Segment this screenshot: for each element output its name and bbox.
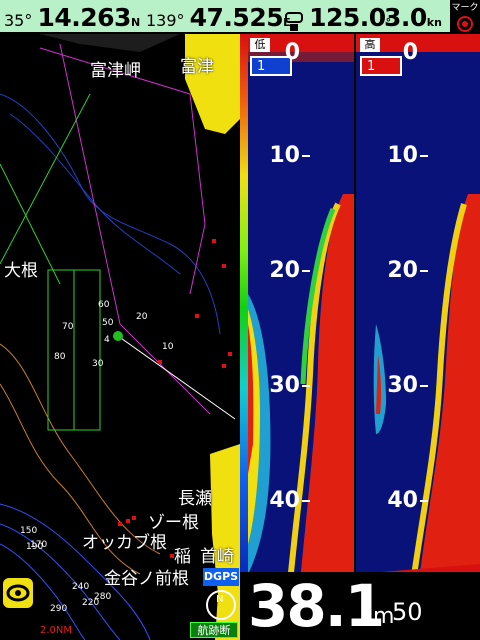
longitude-readout: 139° 47.525E — [146, 0, 291, 34]
chart-plotter-map[interactable]: 富津岬 富津 大根 ゾー根 長瀬 オッカブ根 稲 首崎 金谷ノ前根 60 70 … — [0, 34, 240, 640]
latitude-minutes: 14.263 — [37, 3, 131, 32]
depth-label: 20 — [136, 312, 148, 322]
mark-button[interactable]: マーク — [450, 0, 480, 34]
depth-label: 30 — [92, 359, 104, 369]
current-depth: 38.1 — [248, 572, 385, 640]
boundary-line — [39, 47, 206, 295]
own-ship-marker — [113, 331, 123, 341]
depth-tick — [420, 385, 428, 387]
speed-value: 3.0 — [384, 3, 427, 32]
waypoint-mark — [158, 360, 162, 364]
depth-scale-label: 20 — [387, 258, 418, 283]
heading-icon — [285, 11, 303, 31]
depth-scale-label: 30 — [269, 373, 300, 398]
speed-readout: 3.0kn — [384, 0, 442, 34]
place-label: 富津岬 — [90, 61, 141, 81]
sonar-high-echo — [356, 34, 480, 604]
map-scale: 2.0NM — [40, 625, 73, 636]
depth-scale-label: 0 — [402, 40, 418, 65]
depth-scale-label: 30 — [387, 373, 418, 398]
longitude-minutes: 47.525 — [189, 3, 284, 32]
depth-label: 10 — [162, 342, 174, 352]
place-label: 富津 — [180, 57, 214, 77]
depth-label: 4 — [104, 335, 110, 345]
depth-label: 60 — [98, 300, 110, 310]
depth-tick — [302, 385, 310, 387]
coastline-contour — [9, 113, 181, 275]
coastline-contour — [0, 93, 221, 335]
waypoint-mark — [212, 239, 216, 243]
mark-target-icon — [457, 16, 473, 32]
depth-range: 50 — [392, 598, 423, 626]
echo-color-scale — [240, 34, 248, 604]
depth-label: 150 — [20, 526, 38, 536]
depth-tick — [420, 500, 428, 502]
status-bar: 35° 14.263N 139° 47.525E 125.0° 3.0kn マー… — [0, 0, 480, 34]
north-compass-icon: N — [206, 590, 236, 620]
depth-label: 220 — [82, 598, 100, 608]
place-label: 金谷ノ前根 — [104, 569, 189, 589]
latitude-hemisphere: N — [130, 16, 141, 29]
heading-value: 125.0 — [309, 3, 386, 32]
depth-label: 240 — [72, 582, 90, 592]
depth-scale-label: 10 — [387, 143, 418, 168]
waypoint-mark — [195, 314, 199, 318]
place-label: オッカブ根 — [82, 533, 167, 553]
compass-north-label: N — [216, 594, 224, 605]
depth-scale-label: 10 — [269, 143, 300, 168]
longitude-degrees: 139° — [146, 11, 185, 30]
waypoint-mark — [118, 522, 122, 526]
track-off-button[interactable]: 航跡断 — [190, 622, 238, 638]
ship-icon — [6, 584, 30, 602]
waypoint-mark — [132, 516, 136, 520]
waypoint-mark — [126, 519, 130, 523]
depth-scale-label: 40 — [269, 488, 300, 513]
latitude-readout: 35° 14.263N — [4, 0, 140, 34]
place-label: 首崎 — [200, 547, 234, 567]
depth-scale-label: 40 — [387, 488, 418, 513]
place-label: 大根 — [4, 261, 38, 281]
depth-label: 290 — [50, 604, 68, 614]
place-label: 長瀬 — [178, 489, 212, 509]
depth-tick — [302, 270, 310, 272]
land-area-north — [0, 34, 180, 52]
waypoint-mark — [228, 352, 232, 356]
depth-tick — [420, 270, 428, 272]
sonar-low-frequency-panel: 低 1 — [248, 34, 354, 604]
depth-label: 190 — [26, 542, 44, 552]
depth-tick — [420, 155, 428, 157]
depth-tick — [302, 500, 310, 502]
depth-scale-label: 20 — [269, 258, 300, 283]
sonar-low-echo — [248, 34, 354, 604]
waypoint-mark — [222, 364, 226, 368]
depth-tick — [302, 155, 310, 157]
latitude-degrees: 35° — [4, 11, 33, 30]
dgps-indicator: DGPS — [203, 568, 239, 586]
speed-unit: kn — [426, 16, 442, 29]
depth-label: 50 — [102, 318, 114, 328]
depth-scale-label: 0 — [284, 40, 300, 65]
waypoint-mark — [222, 264, 226, 268]
ship-mode-icon[interactable] — [3, 578, 33, 608]
heading-line — [117, 335, 236, 420]
depth-label: 80 — [54, 352, 66, 362]
coastline-contour — [0, 343, 161, 555]
mark-label: マーク — [451, 3, 479, 13]
route-line — [0, 93, 91, 265]
sonar-high-frequency-panel: 高 1 — [356, 34, 480, 604]
depth-label: 70 — [62, 322, 74, 332]
heading-readout: 125.0° — [284, 0, 391, 34]
